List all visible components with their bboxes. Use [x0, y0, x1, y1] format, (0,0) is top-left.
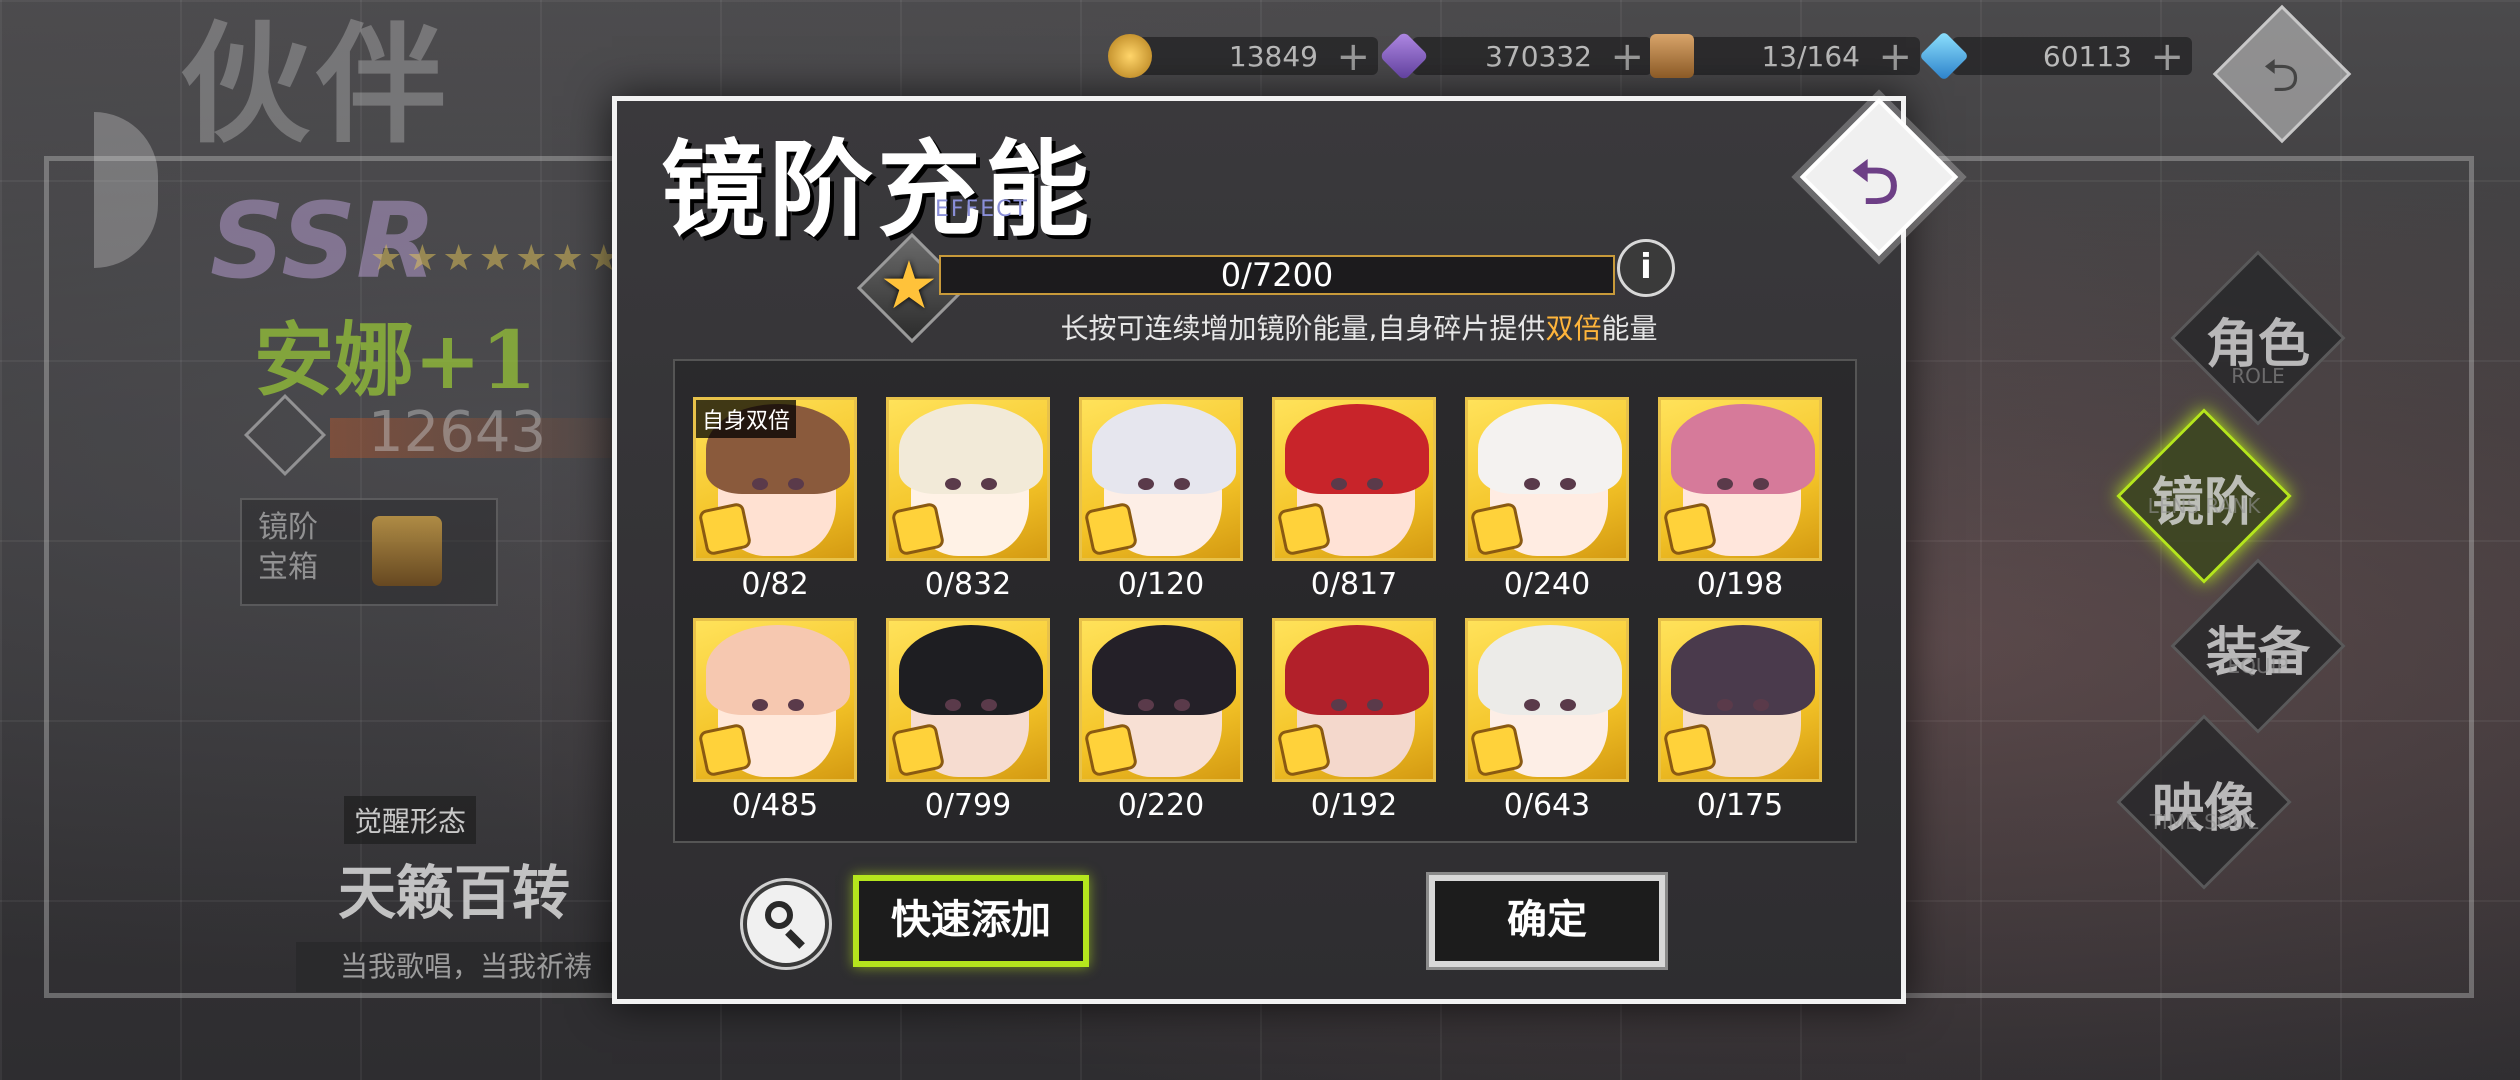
- add-box-button[interactable]: +: [1878, 37, 1912, 77]
- fragment-count: 0/220: [1117, 788, 1205, 823]
- side-tab-sub: ROLE: [2231, 364, 2285, 388]
- currency-value: 60113: [2042, 39, 2132, 73]
- fragment-puzzle-icon: [1083, 722, 1139, 778]
- fragment-card[interactable]: 0/120: [1079, 397, 1243, 602]
- fragment-card[interactable]: 自身双倍 0/82: [693, 397, 857, 602]
- page-back-button[interactable]: ⮌: [2212, 4, 2352, 144]
- fragment-puzzle-icon: [1083, 501, 1139, 557]
- currency-gem: 60113 +: [1919, 31, 2192, 81]
- character-portrait: [1658, 397, 1822, 561]
- back-arrow-icon: ⮌: [1850, 148, 1900, 218]
- character-portrait: 自身双倍: [693, 397, 857, 561]
- quick-add-button[interactable]: 快速添加: [853, 875, 1089, 967]
- fragment-count: 0/240: [1503, 567, 1591, 602]
- treasure-chest-icon: [372, 516, 442, 586]
- fragment-card[interactable]: 0/198: [1658, 397, 1822, 602]
- fragment-count: 0/817: [1310, 567, 1398, 602]
- fragment-puzzle-icon: [890, 722, 946, 778]
- hint-suffix: 能量: [1601, 312, 1658, 345]
- fragment-puzzle-icon: [697, 501, 753, 557]
- fragment-puzzle-icon: [890, 501, 946, 557]
- side-tab-sub: EQUIP: [2227, 654, 2289, 678]
- fragment-card[interactable]: 0/485: [693, 618, 857, 823]
- fragment-count: 0/82: [741, 567, 809, 602]
- search-icon: [765, 901, 793, 929]
- add-crystal-button[interactable]: +: [1610, 37, 1644, 77]
- character-portrait: [1079, 397, 1243, 561]
- character-portrait: [886, 397, 1050, 561]
- fragment-card[interactable]: 0/192: [1272, 618, 1436, 823]
- character-portrait: [1272, 397, 1436, 561]
- hint-prefix: 长按可连续增加镜阶能量,自身碎片提供: [1060, 312, 1546, 345]
- currency-box: 13/164 +: [1650, 34, 1920, 78]
- back-arrow-icon: ⮌: [2262, 48, 2300, 102]
- info-button[interactable]: i: [1617, 239, 1675, 297]
- fragment-count: 0/832: [924, 567, 1012, 602]
- side-tab-role[interactable]: 角色 ROLE: [2166, 246, 2350, 430]
- character-portrait: [1465, 397, 1629, 561]
- currency-gold: 13849 +: [1108, 34, 1378, 78]
- fragment-card[interactable]: 0/799: [886, 618, 1050, 823]
- page-title: 伙伴: [180, 8, 453, 161]
- energy-progress-bar: 0/7200: [939, 255, 1615, 295]
- fragment-puzzle-icon: [1469, 722, 1525, 778]
- side-tab-sub: LENS RANK: [2147, 494, 2261, 518]
- currency-value: 370332: [1485, 39, 1592, 73]
- fragment-count: 0/643: [1503, 788, 1591, 823]
- lens-charge-dialog: 镜阶充能 EFFECT ⮌ ★ 0/7200 i 长按可连续增加镜阶能量,自身碎…: [612, 96, 1959, 1004]
- fragment-puzzle-icon: [1469, 501, 1525, 557]
- character-portrait: [1658, 618, 1822, 782]
- self-double-badge: 自身双倍: [696, 400, 797, 438]
- search-button[interactable]: [743, 881, 829, 967]
- awaken-tag: 觉醒形态: [344, 796, 477, 844]
- character-portrait: [1272, 618, 1436, 782]
- fragment-card[interactable]: 0/817: [1272, 397, 1436, 602]
- character-name: 安娜+1: [254, 313, 537, 407]
- power-value: 12643: [368, 400, 547, 465]
- character-portrait: [693, 618, 857, 782]
- fragment-card[interactable]: 0/220: [1079, 618, 1243, 823]
- confirm-button[interactable]: 确定: [1429, 875, 1665, 967]
- fragment-count: 0/120: [1117, 567, 1205, 602]
- fragment-count: 0/485: [731, 788, 819, 823]
- add-gold-button[interactable]: +: [1336, 37, 1370, 77]
- character-portrait: [1465, 618, 1629, 782]
- fragment-puzzle-icon: [1662, 722, 1718, 778]
- lens-chest[interactable]: 镜阶 宝箱: [240, 498, 498, 606]
- fragment-card[interactable]: 0/832: [886, 397, 1050, 602]
- fragment-card[interactable]: 0/240: [1465, 397, 1629, 602]
- currency-crystal: 370332 +: [1379, 31, 1652, 81]
- add-gem-button[interactable]: +: [2150, 37, 2184, 77]
- hint-highlight: 双倍: [1545, 312, 1602, 345]
- character-portrait: [1079, 618, 1243, 782]
- fragment-puzzle-icon: [1276, 501, 1332, 557]
- character-portrait: [886, 618, 1050, 782]
- effect-tag: EFFECT: [935, 197, 1029, 222]
- dialog-back-button[interactable]: ⮌: [1785, 83, 1965, 263]
- fragment-count: 0/799: [924, 788, 1012, 823]
- fragment-puzzle-icon: [1276, 722, 1332, 778]
- fragment-list[interactable]: 自身双倍 0/82 0/832 0/120 0/817 0/240 0/198 0/485 0/…: [673, 359, 1857, 843]
- side-tab-time-soul[interactable]: 映像 TIME SOUL: [2112, 710, 2296, 894]
- fragment-count: 0/175: [1696, 788, 1784, 823]
- character-quote: 当我歌唱，当我祈祷: [296, 942, 660, 992]
- fragment-count: 0/192: [1310, 788, 1398, 823]
- fragment-count: 0/198: [1696, 567, 1784, 602]
- charge-hint: 长按可连续增加镜阶能量,自身碎片提供双倍能量: [617, 307, 1911, 347]
- gold-coin-icon: [1108, 34, 1152, 78]
- chest-label: 镜阶 宝箱: [258, 510, 318, 585]
- side-tab-sub: TIME SOUL: [2149, 810, 2259, 834]
- fragment-puzzle-icon: [1662, 501, 1718, 557]
- star-rating: ★★★★★★★: [370, 238, 624, 279]
- supply-box-icon: [1650, 34, 1694, 78]
- awaken-name: 天籁百转: [338, 859, 571, 927]
- progress-text: 0/7200: [1220, 256, 1334, 294]
- currency-value: 13/164: [1761, 39, 1860, 73]
- fragment-card[interactable]: 0/175: [1658, 618, 1822, 823]
- fragment-card[interactable]: 0/643: [1465, 618, 1629, 823]
- fragment-puzzle-icon: [697, 722, 753, 778]
- currency-value: 13849: [1228, 39, 1318, 73]
